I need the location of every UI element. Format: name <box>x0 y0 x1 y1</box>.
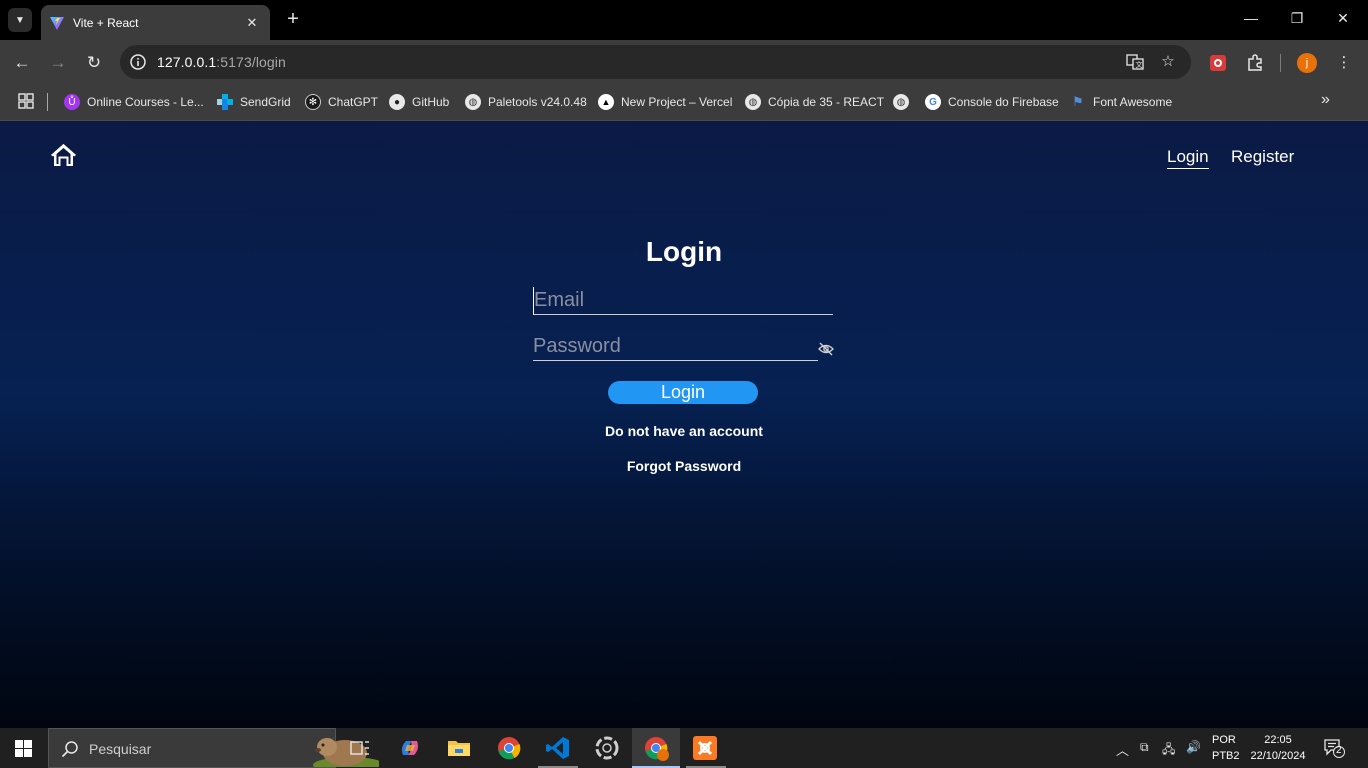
address-bar[interactable]: 127.0.0.1:5173/login 文 ☆ <box>120 45 1191 79</box>
globe-icon: ◍ <box>893 94 909 110</box>
github-icon: ● <box>389 94 405 110</box>
tab-search-button[interactable]: ▼ <box>8 8 32 32</box>
bookmark-label: Font Awesome <box>1093 95 1173 109</box>
keyboard-layout: PTB2 <box>1212 750 1240 762</box>
eye-slash-icon[interactable] <box>818 342 834 356</box>
tab-close-icon[interactable]: ✕ <box>244 15 260 31</box>
chrome-icon[interactable] <box>496 735 522 761</box>
google-icon: G <box>925 94 941 110</box>
vercel-icon: ▲ <box>598 94 614 110</box>
forgot-password-link[interactable]: Forgot Password <box>0 458 1368 474</box>
language-indicator[interactable]: POR PTB2 <box>1212 732 1240 764</box>
forward-button[interactable]: → <box>47 52 69 74</box>
bookmark-github[interactable]: ● GitHub <box>389 91 449 113</box>
extension-icon[interactable] <box>1207 52 1229 74</box>
password-field[interactable] <box>533 333 818 361</box>
page-content: Login Register Login Login Do not have a… <box>0 121 1368 728</box>
bookmarks-bar: Ů Online Courses - Le... SendGrid ✻ Chat… <box>0 85 1368 121</box>
nav-register-link[interactable]: Register <box>1231 147 1294 167</box>
bookmark-font-awesome[interactable]: ⚑ Font Awesome <box>1070 91 1172 113</box>
extensions-puzzle-icon[interactable] <box>1244 52 1266 74</box>
url-host: 127.0.0.1 <box>157 54 217 70</box>
restore-button[interactable]: ❐ <box>1287 10 1307 27</box>
bookmark-copia-react[interactable]: ◍ Cópia de 35 - REACT <box>745 91 884 113</box>
bookmark-label: Online Courses - Le... <box>87 95 204 109</box>
bookmark-untitled[interactable]: ◍ <box>893 91 916 113</box>
copilot-icon[interactable] <box>397 735 423 761</box>
minimize-button[interactable]: — <box>1241 10 1261 26</box>
apps-grid-icon[interactable] <box>18 93 34 109</box>
tab-title: Vite + React <box>73 15 139 30</box>
site-info-icon[interactable] <box>129 53 147 71</box>
reload-button[interactable]: ↻ <box>83 52 105 74</box>
close-window-button[interactable]: ✕ <box>1333 10 1353 27</box>
bookmark-label: Console do Firebase <box>948 95 1059 109</box>
svg-text:文: 文 <box>1136 60 1143 69</box>
bookmark-udemy[interactable]: Ů Online Courses - Le... <box>64 91 204 113</box>
windows-taskbar: Pesquisar ︿ ⧉ 🖧 🔊 POR PTB2 22:05 22/10/2… <box>0 728 1368 768</box>
bookmark-chatgpt[interactable]: ✻ ChatGPT <box>305 91 378 113</box>
xampp-icon[interactable] <box>692 735 718 761</box>
vite-icon <box>50 16 64 30</box>
udemy-icon: Ů <box>64 94 80 110</box>
bookmark-label: New Project – Vercel <box>621 95 733 109</box>
translate-icon[interactable]: 文 <box>1126 53 1144 71</box>
file-explorer-icon[interactable] <box>446 735 472 761</box>
sendgrid-icon <box>217 94 233 110</box>
bookmark-star-icon[interactable]: ☆ <box>1159 53 1177 71</box>
bookmark-label: Paletools v24.0.48 <box>488 95 587 109</box>
bookmark-label: SendGrid <box>240 95 291 109</box>
url-text: 127.0.0.1:5173/login <box>157 54 286 70</box>
chatgpt-icon: ✻ <box>305 94 321 110</box>
email-field[interactable] <box>533 287 833 315</box>
browser-toolbar: ← → ↻ 127.0.0.1:5173/login 文 ☆ j ⋮ <box>0 40 1368 85</box>
tab-strip: ▼ Vite + React ✕ + — ❐ ✕ <box>0 0 1368 40</box>
nav-login-link[interactable]: Login <box>1167 147 1209 169</box>
bookmark-sendgrid[interactable]: SendGrid <box>217 91 291 113</box>
vscode-icon[interactable] <box>545 735 571 761</box>
bookmarks-divider <box>47 93 48 111</box>
chrome-profile-icon[interactable] <box>643 735 669 761</box>
aperture-app-icon[interactable] <box>594 735 620 761</box>
flag-icon: ⚑ <box>1072 94 1084 109</box>
toolbar-divider <box>1280 54 1281 72</box>
task-view-icon[interactable] <box>347 735 373 761</box>
profile-avatar[interactable]: j <box>1297 53 1317 73</box>
url-path: :5173/login <box>216 54 286 70</box>
globe-icon: ◍ <box>465 94 481 110</box>
back-button[interactable]: ← <box>11 52 33 74</box>
search-icon <box>61 741 78 758</box>
language-code: POR <box>1212 734 1236 746</box>
volume-icon[interactable]: 🔊 <box>1186 740 1201 754</box>
bookmark-label: GitHub <box>412 95 450 109</box>
clock-date: 22/10/2024 <box>1250 750 1306 762</box>
search-placeholder: Pesquisar <box>89 741 152 757</box>
login-button[interactable]: Login <box>608 381 758 404</box>
home-icon[interactable] <box>50 143 77 167</box>
notification-center-icon[interactable]: 2 <box>1323 738 1345 758</box>
bookmark-label: ChatGPT <box>328 95 379 109</box>
page-title: Login <box>645 236 723 267</box>
clock-time: 22:05 <box>1264 734 1292 746</box>
bookmark-firebase[interactable]: G Console do Firebase <box>925 91 1059 113</box>
meet-now-icon[interactable]: ⧉ <box>1140 740 1149 755</box>
browser-tab[interactable]: Vite + React ✕ <box>41 5 270 40</box>
system-clock[interactable]: 22:05 22/10/2024 <box>1248 732 1308 764</box>
taskbar-search[interactable]: Pesquisar <box>48 728 379 768</box>
menu-kebab-icon[interactable]: ⋮ <box>1333 52 1355 74</box>
show-hidden-icons-chevron-icon[interactable]: ︿ <box>1116 740 1129 759</box>
bookmark-label: Cópia de 35 - REACT <box>768 95 885 109</box>
notification-count: 2 <box>1336 745 1342 756</box>
globe-icon: ◍ <box>745 94 761 110</box>
new-tab-button[interactable]: + <box>282 9 304 31</box>
bookmark-vercel[interactable]: ▲ New Project – Vercel <box>598 91 732 113</box>
more-bookmarks-chevron-icon[interactable]: » <box>1321 91 1330 109</box>
bookmark-paletools[interactable]: ◍ Paletools v24.0.48 <box>465 91 587 113</box>
register-link[interactable]: Do not have an account <box>0 423 1368 439</box>
windows-start-icon[interactable] <box>15 740 32 757</box>
network-icon[interactable]: 🖧 <box>1162 740 1175 761</box>
